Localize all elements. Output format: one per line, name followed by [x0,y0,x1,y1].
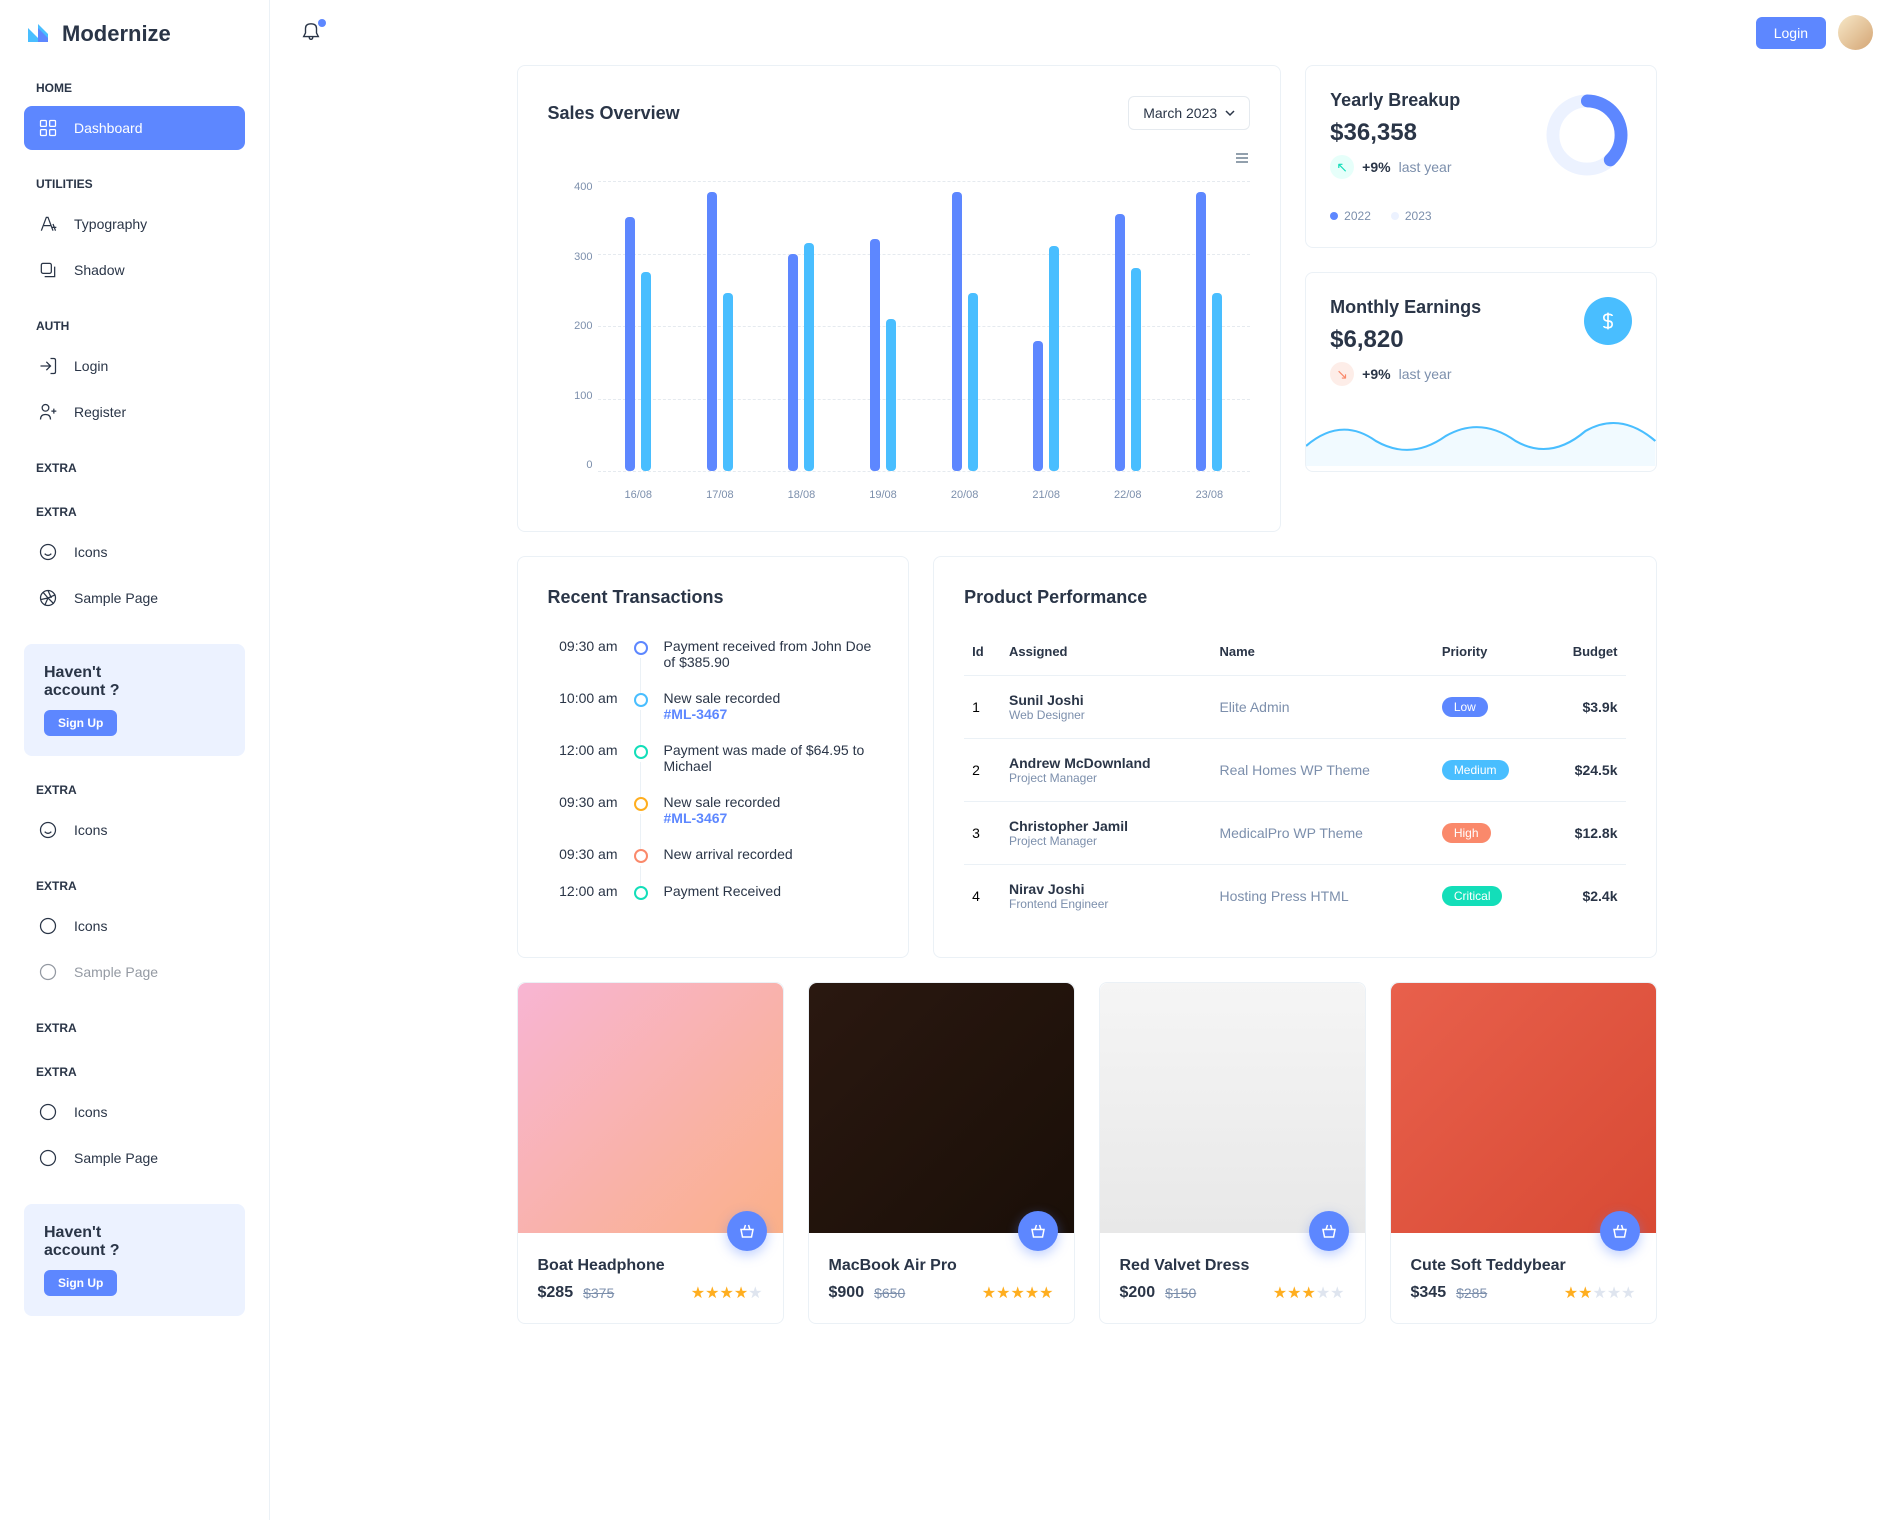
timeline-item: 12:00 am Payment was made of $64.95 to M… [548,742,879,794]
login-button[interactable]: Login [1756,17,1826,49]
performance-table: Id Assigned Name Priority Budget 1 Sunil… [964,628,1625,927]
timeline-item: 12:00 am Payment Received [548,883,879,920]
nav-shadow[interactable]: Shadow [24,248,245,292]
nav-section-extra-3: EXTRA [24,780,245,800]
month-select[interactable]: March 2023 [1128,96,1250,130]
table-row: 3 Christopher JamilProject Manager Medic… [964,802,1625,865]
legend-2023: 2023 [1391,209,1432,223]
nav-section-extra-4: EXTRA [24,876,245,896]
promo-box-2: Haven'taccount ? Sign Up [24,1204,245,1316]
sidebar: Modernize HOME Dashboard UTILITIES Typog… [0,0,270,1520]
chart-menu-icon[interactable] [548,150,1251,171]
performance-title: Product Performance [964,587,1625,608]
add-to-cart-button[interactable] [1600,1211,1640,1251]
basket-icon [1029,1222,1047,1240]
main-area: Login Sales Overview March 2023 40030020… [270,0,1903,1520]
nav-section-extra-6: EXTRA [24,1062,245,1082]
notification-dot [318,19,326,27]
add-to-cart-button[interactable] [727,1211,767,1251]
table-row: 4 Nirav JoshiFrontend Engineer Hosting P… [964,865,1625,928]
product-card[interactable]: MacBook Air Pro $900 $650 ★★★★★ [808,982,1075,1324]
chevron-down-icon [1225,108,1235,118]
nav-section-extra-5: EXTRA [24,1018,245,1038]
timeline-item: 10:00 am New sale recorded#ML-3467 [548,690,879,742]
legend-2022: 2022 [1330,209,1371,223]
trend-up-icon: ↖ [1330,155,1354,179]
signup-button-2[interactable]: Sign Up [44,1270,117,1296]
nav-register[interactable]: Register [24,390,245,434]
aperture-icon [38,588,58,608]
nav-login[interactable]: Login [24,344,245,388]
mood-icon [38,916,58,936]
transactions-title: Recent Transactions [548,587,879,608]
aperture-icon [38,962,58,982]
nav-icons-2[interactable]: Icons [24,808,245,852]
add-to-cart-button[interactable] [1309,1211,1349,1251]
earnings-sparkline [1306,406,1655,466]
nav-typography[interactable]: Typography [24,202,245,246]
table-row: 2 Andrew McDownlandProject Manager Real … [964,739,1625,802]
nav-icons-4[interactable]: Icons [24,1090,245,1134]
nav-section-home: HOME [24,78,245,98]
mood-icon [38,542,58,562]
product-card[interactable]: Cute Soft Teddybear $345 $285 ★★★★★ [1390,982,1657,1324]
transactions-card: Recent Transactions 09:30 am Payment rec… [517,556,910,958]
sales-overview-card: Sales Overview March 2023 40030020010001… [517,65,1282,532]
nav-icons-1[interactable]: Icons [24,530,245,574]
timeline-link[interactable]: #ML-3467 [664,810,728,826]
logo-icon [24,20,52,48]
register-icon [38,402,58,422]
nav-sample-1[interactable]: Sample Page [24,576,245,620]
nav-dashboard[interactable]: Dashboard [24,106,245,150]
notification-bell[interactable] [300,21,324,45]
dollar-icon [1584,297,1632,345]
mood-icon [38,1102,58,1122]
nav-section-extra-2: EXTRA [24,502,245,522]
signup-button[interactable]: Sign Up [44,710,117,736]
nav-section-extra-1: EXTRA [24,458,245,478]
trend-down-icon: ↘ [1330,362,1354,386]
sales-title: Sales Overview [548,103,680,124]
timeline-item: 09:30 am Payment received from John Doe … [548,638,879,690]
shadow-icon [38,260,58,280]
timeline-item: 09:30 am New arrival recorded [548,846,879,883]
nav-section-utilities: UTILITIES [24,174,245,194]
promo-box: Haven'taccount ? Sign Up [24,644,245,756]
yearly-breakup-card: Yearly Breakup $36,358 ↖ +9% last year 2… [1305,65,1656,248]
basket-icon [1611,1222,1629,1240]
dashboard-icon [38,118,58,138]
product-card[interactable]: Red Valvet Dress $200 $150 ★★★★★ [1099,982,1366,1324]
user-avatar[interactable] [1838,15,1873,50]
table-row: 1 Sunil JoshiWeb Designer Elite Admin Lo… [964,676,1625,739]
header: Login [270,0,1903,65]
product-card[interactable]: Boat Headphone $285 $375 ★★★★★ [517,982,784,1324]
monthly-earnings-card: Monthly Earnings $6,820 ↘ +9% last year [1305,272,1656,472]
sales-bar-chart: 400300200100016/0817/0818/0819/0820/0821… [548,181,1251,501]
donut-chart [1542,90,1632,180]
timeline-item: 09:30 am New sale recorded#ML-3467 [548,794,879,846]
basket-icon [738,1222,756,1240]
basket-icon [1320,1222,1338,1240]
performance-card: Product Performance Id Assigned Name Pri… [933,556,1656,958]
nav-section-auth: AUTH [24,316,245,336]
mood-icon [38,820,58,840]
nav-icons-3[interactable]: Icons [24,904,245,948]
nav-sample-2[interactable]: Sample Page [24,950,245,994]
login-icon [38,356,58,376]
aperture-icon [38,1148,58,1168]
timeline-link[interactable]: #ML-3467 [664,706,728,722]
typography-icon [38,214,58,234]
add-to-cart-button[interactable] [1018,1211,1058,1251]
nav-sample-3[interactable]: Sample Page [24,1136,245,1180]
logo[interactable]: Modernize [24,20,245,48]
